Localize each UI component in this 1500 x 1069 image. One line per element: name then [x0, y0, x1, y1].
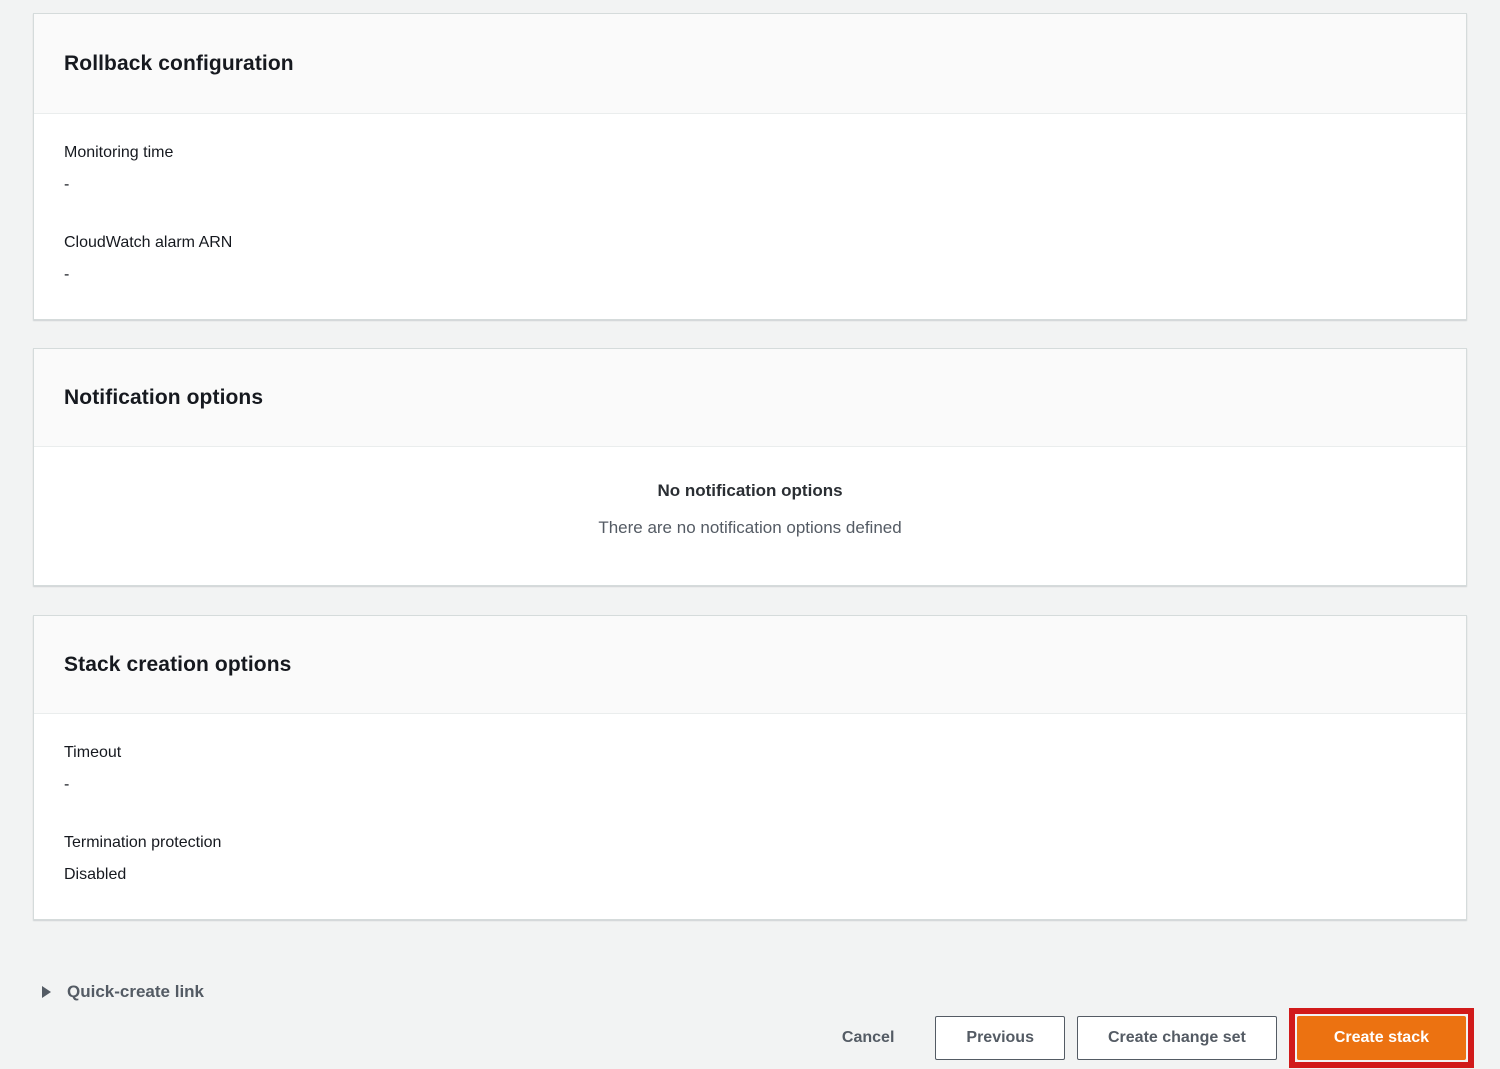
rollback-configuration-header: Rollback configuration [34, 14, 1466, 114]
termination-protection-label: Termination protection [64, 832, 1436, 854]
triangle-right-icon [40, 985, 53, 999]
notification-options-empty-state: No notification options There are no not… [34, 447, 1466, 585]
stack-creation-options-header: Stack creation options [34, 616, 1466, 714]
termination-protection-value: Disabled [64, 864, 1436, 886]
stack-creation-options-title: Stack creation options [64, 653, 291, 677]
notification-options-title: Notification options [64, 386, 263, 410]
timeout-value: - [64, 774, 1436, 796]
notification-options-card: Notification options No notification opt… [33, 348, 1467, 586]
monitoring-time-field: Monitoring time - [64, 142, 1436, 196]
highlight-annotation-box: Create stack [1289, 1008, 1474, 1068]
review-stack-page: Rollback configuration Monitoring time -… [0, 0, 1500, 1069]
rollback-configuration-card: Rollback configuration Monitoring time -… [33, 13, 1467, 320]
stack-creation-options-card: Stack creation options Timeout - Termina… [33, 615, 1467, 920]
monitoring-time-value: - [64, 174, 1436, 196]
rollback-configuration-title: Rollback configuration [64, 52, 294, 76]
cloudwatch-alarm-arn-value: - [64, 264, 1436, 286]
timeout-label: Timeout [64, 742, 1436, 764]
empty-state-subtitle: There are no notification options define… [64, 516, 1436, 540]
cloudwatch-alarm-arn-label: CloudWatch alarm ARN [64, 232, 1436, 254]
create-change-set-button[interactable]: Create change set [1077, 1016, 1277, 1060]
wizard-actions-row: Cancel Previous Create change set Create… [33, 1008, 1474, 1068]
quick-create-link-label: Quick-create link [67, 982, 204, 1002]
monitoring-time-label: Monitoring time [64, 142, 1436, 164]
empty-state-title: No notification options [64, 479, 1436, 503]
create-stack-button[interactable]: Create stack [1297, 1016, 1466, 1060]
stack-creation-options-body: Timeout - Termination protection Disable… [34, 714, 1466, 919]
rollback-configuration-body: Monitoring time - CloudWatch alarm ARN - [34, 114, 1466, 319]
quick-create-link-expander[interactable]: Quick-create link [40, 982, 204, 1002]
cancel-button[interactable]: Cancel [842, 1029, 894, 1047]
previous-button[interactable]: Previous [935, 1016, 1065, 1060]
timeout-field: Timeout - [64, 742, 1436, 796]
termination-protection-field: Termination protection Disabled [64, 832, 1436, 886]
notification-options-header: Notification options [34, 349, 1466, 447]
cloudwatch-alarm-arn-field: CloudWatch alarm ARN - [64, 232, 1436, 286]
